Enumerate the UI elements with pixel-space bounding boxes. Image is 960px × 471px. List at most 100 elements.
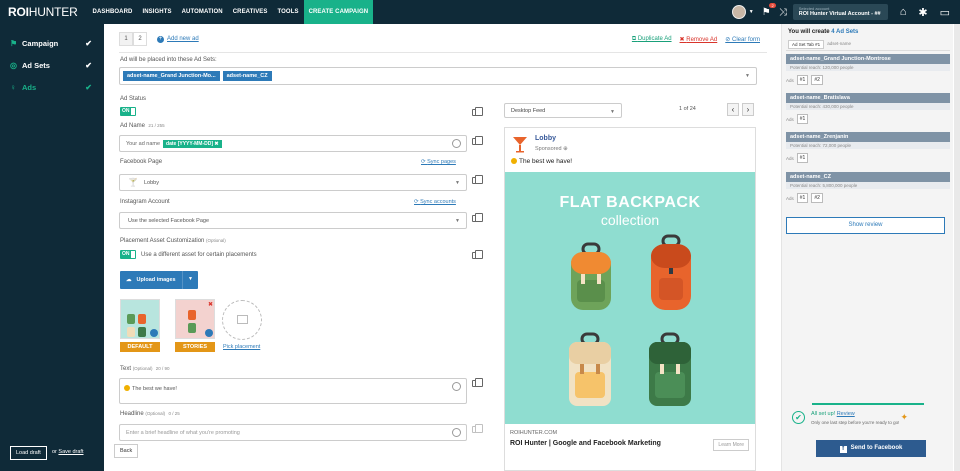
emoji-icon[interactable]: [452, 139, 461, 148]
ad-chip[interactable]: #1: [796, 193, 809, 203]
adset-summary[interactable]: adset-name_CZ Potential reach: 5,800,000…: [786, 172, 950, 203]
chevron-down-icon[interactable]: ▼: [749, 9, 754, 15]
backpack-green-illustration: [571, 242, 611, 310]
pick-placement-circle[interactable]: [222, 300, 262, 340]
logo[interactable]: ROIHUNTER: [8, 5, 78, 19]
copy-icon[interactable]: [472, 250, 483, 259]
status-toggle[interactable]: ON: [120, 107, 136, 116]
emoji-icon: [124, 385, 130, 391]
ad-chip[interactable]: #1: [796, 114, 809, 124]
check-circle-icon: ✔: [792, 411, 805, 424]
chat-icon[interactable]: ▭: [940, 6, 950, 19]
ad-chip[interactable]: #1: [796, 153, 809, 163]
optional-text: (Optional): [145, 411, 166, 416]
adsets-select[interactable]: adset-name_Grand Junction-Mo... adset-na…: [119, 67, 757, 85]
adset-summary[interactable]: adset-name_Bratislava Potential reach: 4…: [786, 93, 950, 124]
default-image-thumb[interactable]: [120, 299, 160, 339]
bug-icon[interactable]: ✱: [918, 6, 927, 19]
notifications-flag-icon[interactable]: ⚑ 2: [762, 2, 776, 18]
nav-create-campaign[interactable]: CREATE CAMPAIGN: [303, 0, 374, 24]
sidebar-item-ads[interactable]: ♀ Ads ✔: [0, 76, 104, 98]
nav-insights[interactable]: INSIGHTS: [137, 0, 176, 24]
emoji-picker-icon[interactable]: [452, 428, 461, 437]
sidebar-item-campaign[interactable]: ⚑ Campaign ✔: [0, 32, 104, 54]
show-review-button[interactable]: Show review: [786, 217, 945, 234]
sync-pages-link[interactable]: ⟳ Sync pages: [421, 159, 456, 165]
next-preview-button[interactable]: ›: [742, 103, 754, 116]
copy-icon[interactable]: [472, 175, 483, 184]
sidebar-item-ad-sets[interactable]: ◎ Ad Sets ✔: [0, 54, 104, 76]
adname-label: Ad Name 21 / 255: [120, 123, 165, 129]
adset-summary[interactable]: adset-name_Zrenjanin Potential reach: 72…: [786, 132, 950, 163]
summary-tab-1[interactable]: Ad Set Tab #1: [788, 40, 825, 49]
copy-icon[interactable]: [472, 213, 483, 222]
learn-more-button[interactable]: Learn More: [713, 439, 749, 451]
adname-input[interactable]: Your ad name date [YYYY-MM-DD] ✖: [119, 135, 467, 152]
stories-image-thumb[interactable]: ✖: [175, 299, 215, 339]
copy-icon[interactable]: [472, 136, 483, 145]
sync-accounts-link[interactable]: ⟳ Sync accounts: [414, 199, 456, 205]
back-button[interactable]: Back: [114, 444, 139, 458]
prev-preview-button[interactable]: ‹: [727, 103, 739, 116]
summary-title-text: You will create: [788, 29, 830, 35]
chevron-down-icon: ▼: [455, 180, 460, 186]
tab-ad-2[interactable]: 2: [133, 32, 147, 46]
summary-tab-2[interactable]: adset-name: [824, 40, 854, 49]
review-link[interactable]: Review: [837, 411, 855, 417]
insta-select[interactable]: Use the selected Facebook Page ▼: [119, 212, 467, 229]
adset-name: adset-name_Grand Junction-Montrose: [786, 54, 950, 64]
close-icon[interactable]: ✖: [208, 301, 213, 308]
or-text: or: [52, 449, 57, 455]
ad-chip[interactable]: #2: [811, 75, 823, 85]
stories-tag: STORIES: [175, 342, 215, 352]
backpack-orange-illustration: [651, 234, 691, 310]
headline-input[interactable]: Enter a brief headline of what you're pr…: [119, 424, 467, 441]
nav-tools[interactable]: TOOLS: [273, 0, 304, 24]
nav-dashboard[interactable]: DASHBOARD: [88, 0, 138, 24]
text-count: 20 / 90: [155, 366, 170, 371]
preview-feed-select[interactable]: Desktop Feed ▼: [504, 103, 622, 118]
chevron-down-icon[interactable]: ▼: [745, 73, 750, 79]
load-draft-button[interactable]: Load draft: [10, 446, 47, 460]
sidebar-item-label: Campaign: [22, 38, 59, 48]
save-draft-link[interactable]: Save draft: [58, 449, 83, 455]
chevron-down-icon[interactable]: ▼: [188, 276, 193, 282]
home-icon[interactable]: ⌂: [900, 6, 907, 18]
copy-icon[interactable]: [472, 424, 483, 433]
add-new-ad-link[interactable]: + Add new ad: [157, 35, 199, 43]
tab-ad-1[interactable]: 1: [119, 32, 133, 46]
pick-placement-link[interactable]: Pick placement: [223, 344, 260, 350]
account-selector[interactable]: Selected account ROI Hunter Virtual Acco…: [792, 4, 888, 20]
avatar[interactable]: [731, 5, 746, 19]
placement-toggle[interactable]: ON: [120, 250, 136, 259]
upload-images-button[interactable]: ☁ Upload images ▼: [120, 271, 198, 289]
edit-icon[interactable]: [205, 329, 213, 337]
copy-icon[interactable]: [472, 378, 483, 387]
remove-ad-link[interactable]: ✖ Remove Ad: [680, 36, 718, 43]
default-tag: DEFAULT: [120, 342, 160, 352]
text-input[interactable]: The best we have!: [119, 378, 467, 404]
adset-name: adset-name_CZ: [786, 172, 950, 182]
adset-chip[interactable]: adset-name_Grand Junction-Mo...: [123, 71, 220, 81]
placement-text: Use a different asset for certain placem…: [141, 252, 257, 258]
ad-chip[interactable]: #2: [811, 193, 823, 203]
fbpage-select[interactable]: 🍸 Lobby ▼: [119, 174, 467, 191]
ad-chip[interactable]: #1: [796, 75, 809, 85]
send-label: Send to Facebook: [850, 445, 903, 451]
duplicate-ad-link[interactable]: ⧉ Duplicate Ad: [632, 36, 672, 43]
nav-automation[interactable]: AUTOMATION: [177, 0, 228, 24]
preview-pager: 1 of 24: [679, 106, 696, 112]
copy-icon[interactable]: [472, 107, 483, 116]
nav-creatives[interactable]: CREATIVES: [228, 0, 273, 24]
shuffle-icon[interactable]: ⤨: [779, 7, 787, 18]
emoji-picker-icon[interactable]: [452, 382, 461, 391]
clear-form-link[interactable]: ⊘ Clear form: [725, 36, 760, 43]
main-nav: DASHBOARD INSIGHTS AUTOMATION CREATIVES …: [88, 0, 374, 24]
edit-icon[interactable]: [150, 329, 158, 337]
preview-text: The best we have!: [511, 158, 572, 165]
date-macro-chip[interactable]: date [YYYY-MM-DD] ✖: [163, 139, 222, 148]
adset-summary[interactable]: adset-name_Grand Junction-Montrose Poten…: [786, 54, 950, 85]
adset-chip[interactable]: adset-name_CZ: [222, 71, 272, 81]
send-to-facebook-button[interactable]: f Send to Facebook: [816, 440, 926, 457]
scrollbar[interactable]: [954, 24, 960, 471]
